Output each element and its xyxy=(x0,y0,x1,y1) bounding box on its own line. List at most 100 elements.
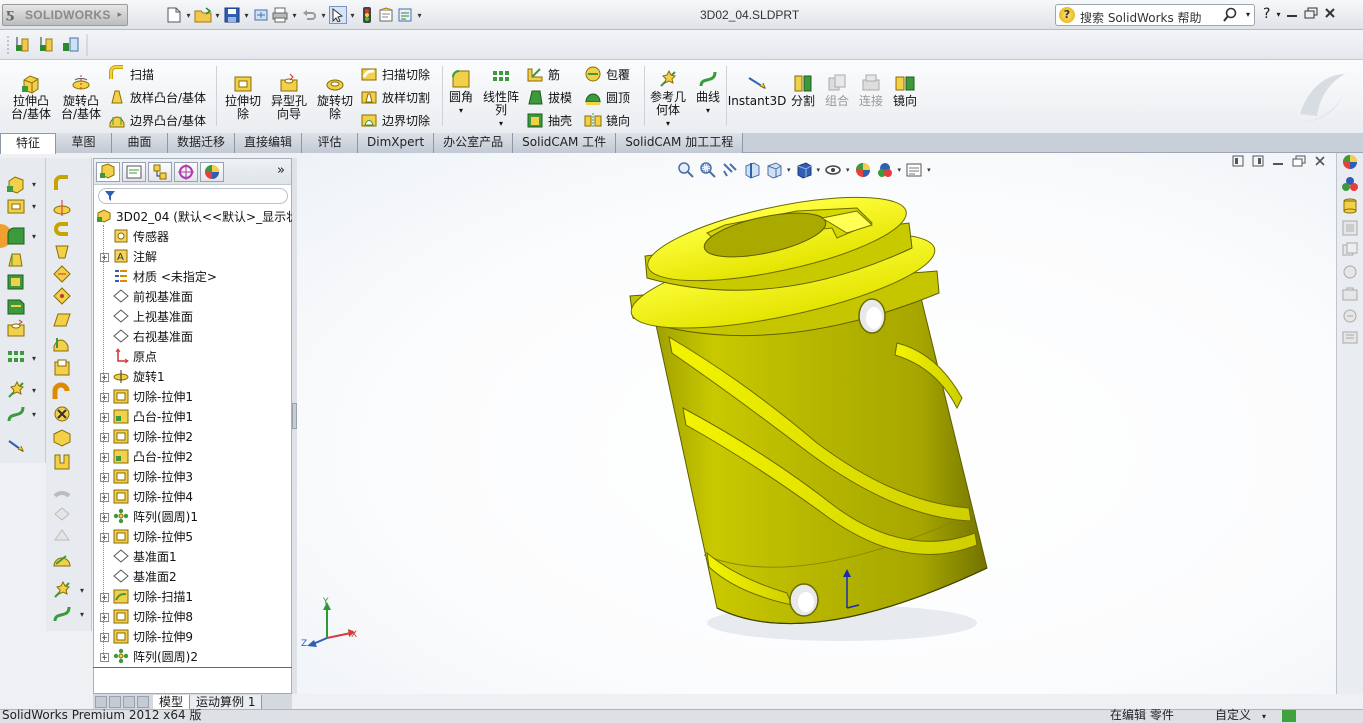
sweep-icon[interactable] xyxy=(52,174,72,194)
undo-icon[interactable] xyxy=(300,6,318,24)
flex-icon[interactable] xyxy=(52,482,72,502)
document-recovery-icon[interactable] xyxy=(1341,263,1359,281)
draft-icon[interactable] xyxy=(6,250,26,270)
options-dropdown-icon[interactable]: ▾ xyxy=(415,11,424,20)
tab-property-manager[interactable] xyxy=(122,162,146,182)
tab-dimxpert-manager[interactable] xyxy=(174,162,198,182)
expand-icon[interactable]: + xyxy=(100,253,109,262)
appearances-icon[interactable] xyxy=(1341,153,1359,171)
tab-office-products[interactable]: 办公室产品 xyxy=(434,133,514,153)
tab-feature-manager[interactable] xyxy=(96,162,120,182)
loft-button[interactable]: 放样凸台/基体 xyxy=(108,88,206,106)
expand-icon[interactable]: + xyxy=(94,389,109,403)
lofted-cut-button[interactable]: 放样切割 xyxy=(360,88,430,106)
shell-button[interactable]: 抽壳 xyxy=(526,111,572,129)
open-folder-icon[interactable] xyxy=(194,6,212,24)
config-manager-icon[interactable] xyxy=(62,35,80,56)
reference-geometry-button[interactable]: 参考几 何体 ▾ xyxy=(648,68,688,130)
wrap-button[interactable]: 包覆 xyxy=(584,65,630,83)
property-manager-icon[interactable] xyxy=(38,35,56,56)
first-tab-button[interactable] xyxy=(95,695,107,708)
tree-node[interactable]: + 切除-拉伸9 xyxy=(94,626,193,646)
expand-panel-icon[interactable]: » xyxy=(277,163,285,178)
tree-node[interactable]: + 切除-拉伸2 xyxy=(94,426,193,446)
expand-icon[interactable]: + xyxy=(94,449,109,463)
minimize-icon[interactable] xyxy=(1286,7,1298,22)
split-button[interactable]: 分割 xyxy=(786,72,820,108)
save-dropdown-icon[interactable]: ▾ xyxy=(242,11,251,20)
tree-rollback-bar[interactable] xyxy=(93,667,292,668)
dropdown-icon[interactable]: ▾ xyxy=(32,202,36,211)
revolve-icon[interactable] xyxy=(52,198,72,218)
rebuild-traffic-light-icon[interactable] xyxy=(358,6,376,24)
print-dropdown-icon[interactable]: ▾ xyxy=(290,11,299,20)
join-button[interactable]: 连接 xyxy=(854,72,888,108)
instant3d-button[interactable]: Instant3D xyxy=(728,72,786,108)
curves-button[interactable]: 曲线 ▾ xyxy=(692,68,724,117)
tree-node[interactable]: + 切除-拉伸5 xyxy=(94,526,193,546)
close-icon[interactable] xyxy=(1324,7,1336,22)
expand-icon[interactable]: + xyxy=(94,429,109,443)
extrude-cut-icon[interactable] xyxy=(6,196,26,216)
freeform-icon[interactable] xyxy=(52,526,72,546)
instant3d-icon[interactable] xyxy=(6,436,26,456)
dropdown-icon[interactable]: ▾ xyxy=(32,180,36,189)
graphics-area[interactable]: ▾ ▾ ▾ ▾ ▾ Y X Z xyxy=(297,153,1336,694)
boundary-cut-button[interactable]: 边界切除 xyxy=(360,111,430,129)
view-palette-icon[interactable] xyxy=(1341,219,1359,237)
expand-icon[interactable]: + xyxy=(100,653,109,662)
tab-data-migration[interactable]: 数据迁移 xyxy=(168,133,236,153)
expand-icon[interactable]: + xyxy=(94,409,109,423)
bend-icon[interactable] xyxy=(52,382,72,402)
rib-button[interactable]: 筋 xyxy=(526,65,560,83)
fillet-button[interactable]: 圆角 ▾ xyxy=(446,68,476,117)
sweep-boss-icon[interactable] xyxy=(52,220,72,240)
reference-geometry-icon[interactable] xyxy=(6,380,26,400)
select-dropdown-icon[interactable]: ▾ xyxy=(348,11,357,20)
tree-node[interactable]: + 凸台-拉伸2 xyxy=(94,446,193,466)
expand-icon[interactable]: + xyxy=(94,489,109,503)
wrap-icon[interactable] xyxy=(52,358,72,378)
undo-dropdown-icon[interactable]: ▾ xyxy=(319,11,328,20)
next-tab-button[interactable] xyxy=(123,695,135,708)
tab-solidcam-operations[interactable]: SolidCAM 加工工程 xyxy=(616,133,744,153)
extrude-cut-button[interactable]: 拉伸切 除 xyxy=(220,72,266,121)
tree-filter-input[interactable] xyxy=(98,188,288,204)
save-icon[interactable] xyxy=(223,6,241,24)
extrude-boss-button[interactable]: 拉伸凸 台/基体 xyxy=(8,72,54,121)
expand-icon[interactable]: + xyxy=(100,593,109,602)
help-button[interactable]: ? xyxy=(1263,6,1270,22)
open-dropdown-icon[interactable]: ▾ xyxy=(213,11,222,20)
toolbox-icon[interactable] xyxy=(1341,285,1359,303)
file-properties-icon[interactable] xyxy=(377,6,395,24)
thicken-icon[interactable] xyxy=(52,428,72,448)
tab-sketch[interactable]: 草图 xyxy=(56,133,112,153)
new-dropdown-icon[interactable]: ▾ xyxy=(184,11,193,20)
shell-icon[interactable] xyxy=(6,272,26,292)
dome-button[interactable]: 圆顶 xyxy=(584,88,630,106)
combine-icon[interactable] xyxy=(52,550,72,570)
expand-icon[interactable]: + xyxy=(100,393,109,402)
tab-features[interactable]: 特征 xyxy=(0,133,56,154)
hole-series-icon[interactable] xyxy=(52,286,72,306)
solidworks-resources-icon[interactable] xyxy=(1341,307,1359,325)
tab-dimxpert[interactable]: DimXpert xyxy=(358,133,435,153)
select-arrow-icon[interactable] xyxy=(329,6,347,24)
tree-node[interactable]: 前视基准面 xyxy=(94,286,193,306)
swept-cut-button[interactable]: 扫描切除 xyxy=(360,65,430,83)
draft-button[interactable]: 拔模 xyxy=(526,88,572,106)
expand-icon[interactable]: + xyxy=(94,649,109,663)
expand-icon[interactable]: + xyxy=(94,249,109,263)
forum-icon[interactable] xyxy=(1341,329,1359,347)
linear-pattern-icon[interactable] xyxy=(6,348,26,368)
combine-button[interactable]: 组合 xyxy=(820,72,854,108)
curves-dropdown-icon[interactable]: ▾ xyxy=(706,104,710,117)
expand-icon[interactable]: + xyxy=(100,613,109,622)
tree-node[interactable]: + 凸台-拉伸1 xyxy=(94,406,193,426)
revolve-cut-button[interactable]: 旋转切 除 xyxy=(312,72,358,121)
tree-node[interactable]: + 切除-扫描1 xyxy=(94,586,193,606)
expand-icon[interactable]: + xyxy=(94,369,109,383)
magnifier-icon[interactable] xyxy=(1222,7,1238,26)
linear-pattern-dropdown-icon[interactable]: ▾ xyxy=(499,117,503,130)
expand-icon[interactable]: + xyxy=(100,433,109,442)
